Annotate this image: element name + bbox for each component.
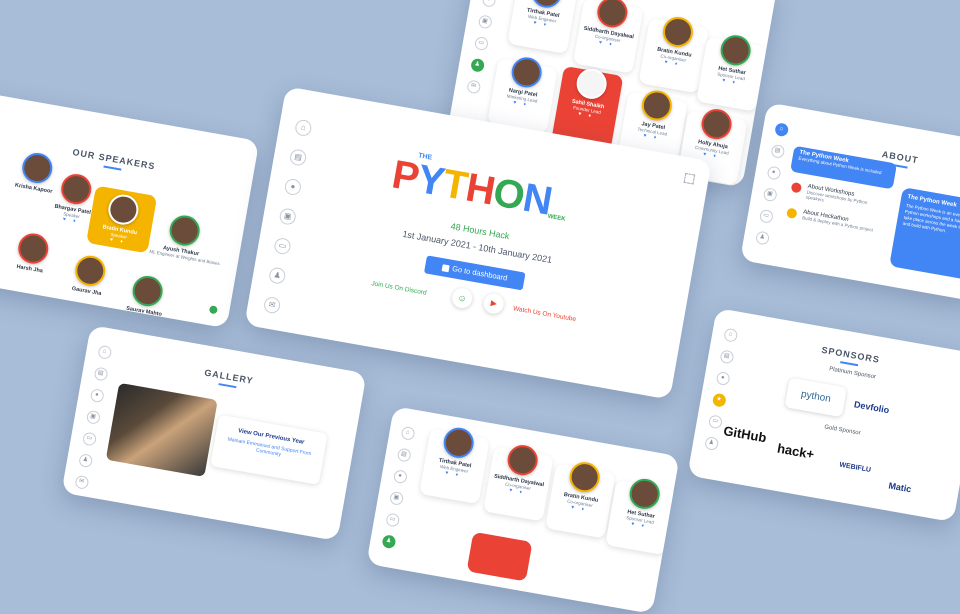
team-member-card: Bratin Kundu Co-organiser ♥ ♦ bbox=[545, 459, 616, 539]
mic-icon[interactable]: ● bbox=[89, 388, 105, 404]
home-icon[interactable]: ⌂ bbox=[400, 425, 416, 441]
team-member-card: Tirthak Patel Web Engineer ♥ ♦ bbox=[419, 425, 490, 505]
gallery-icon[interactable]: ▣ bbox=[762, 187, 778, 203]
speaker-item: Gaurav Jha bbox=[56, 251, 124, 300]
avatar bbox=[167, 213, 203, 248]
gold-label: Gold Sponsor bbox=[823, 424, 862, 437]
gallery-caption: View Our Previous Year Mainam Emmanuel a… bbox=[210, 414, 328, 485]
folder-icon[interactable]: ▭ bbox=[758, 208, 774, 224]
sponsor-icon[interactable]: ★ bbox=[711, 392, 727, 408]
team-icon[interactable]: ♟ bbox=[268, 266, 287, 285]
team-icon[interactable]: ♟ bbox=[703, 435, 719, 451]
gallery-icon[interactable]: ▣ bbox=[85, 409, 101, 425]
youtube-icon[interactable]: ▶ bbox=[482, 292, 506, 316]
calendar-icon[interactable]: ▤ bbox=[288, 148, 308, 167]
team-member-card: Tirthak Patel Web Engineer ♥ ♦ bbox=[507, 0, 578, 54]
sponsor-logo-webiflu[interactable]: WEBIFLU bbox=[839, 462, 872, 474]
team-icon[interactable]: ♟ bbox=[469, 57, 485, 73]
avatar bbox=[441, 425, 477, 461]
folder-icon[interactable]: ▭ bbox=[273, 236, 292, 256]
team-member-card: Het Suthar Sponsor Lead ♥ ♦ bbox=[696, 32, 767, 112]
mail-icon[interactable]: ✉ bbox=[465, 79, 481, 95]
team-member-card: Siddharth Dayalwal Co-organiser ♥ ♦ bbox=[572, 0, 644, 74]
avatar bbox=[509, 54, 545, 90]
speaker-item: Saurav Mahto bbox=[113, 271, 181, 320]
team-card-bottom: ⌂ ▤ ● ▣ ▭ ♟ Tirthak Patel Web Engineer ♥… bbox=[366, 406, 680, 614]
team-member-card: Nargi Patel Marketing Lead ♥ ♦ bbox=[487, 54, 558, 134]
discord-label[interactable]: Join Us On Discord bbox=[371, 280, 427, 297]
mic-icon[interactable]: ● bbox=[766, 165, 782, 181]
avatar bbox=[567, 459, 603, 495]
speakers-card: OUR SPEAKERS Krisha Kapoor Bhargav Patel… bbox=[0, 91, 260, 329]
avatar bbox=[505, 442, 541, 478]
team-icon[interactable]: ♟ bbox=[754, 230, 770, 246]
gallery-card: ⌂ ▤ ● ▣ ▭ ♟ ✉ GALLERY View Our Previous … bbox=[61, 324, 367, 542]
mic-icon[interactable]: ● bbox=[392, 469, 408, 485]
folder-icon[interactable]: ▭ bbox=[384, 512, 400, 528]
gallery-photo[interactable] bbox=[105, 382, 218, 477]
avatar bbox=[130, 273, 165, 309]
folder-icon[interactable]: ▭ bbox=[81, 431, 97, 447]
avatar bbox=[699, 106, 734, 142]
avatar bbox=[15, 231, 51, 266]
go-to-dashboard-button[interactable]: Go to dashboard bbox=[423, 255, 526, 291]
home-icon[interactable]: ⌂ bbox=[96, 344, 112, 360]
team-icon[interactable]: ♟ bbox=[380, 534, 396, 550]
gallery-icon[interactable]: ▣ bbox=[388, 490, 404, 506]
mail-icon[interactable]: ✉ bbox=[262, 295, 282, 315]
sponsor-logo-devfolio[interactable]: Devfolio bbox=[853, 399, 890, 415]
avatar bbox=[627, 476, 663, 512]
mail-icon[interactable]: ✉ bbox=[73, 474, 89, 490]
home-icon[interactable]: ⌂ bbox=[294, 118, 313, 138]
avatar bbox=[660, 14, 696, 50]
folder-icon[interactable]: ▭ bbox=[707, 414, 723, 430]
dashboard-icon bbox=[441, 263, 450, 272]
speaker-item: Harsh Jha bbox=[0, 228, 66, 277]
workshop-icon bbox=[790, 181, 803, 194]
calendar-icon[interactable]: ▤ bbox=[93, 366, 109, 382]
sponsors-card: ⌂ ▤ ● ★ ▭ ♟ SPONSORS Platinum Sponsor py… bbox=[687, 307, 960, 523]
sponsor-logo-hackplus[interactable]: hack+ bbox=[776, 441, 815, 462]
avatar bbox=[594, 0, 630, 30]
calendar-icon[interactable]: ▤ bbox=[718, 349, 734, 365]
about-card: ⌂ ▤ ● ▣ ▭ ♟ ABOUT The Python Week Everyt… bbox=[739, 102, 960, 302]
fullscreen-icon[interactable] bbox=[683, 172, 696, 185]
scroll-top-button[interactable] bbox=[208, 305, 218, 315]
hackathon-icon bbox=[786, 207, 798, 220]
avatar bbox=[574, 66, 610, 102]
discord-icon[interactable]: ☺ bbox=[450, 286, 474, 310]
calendar-icon[interactable]: ▤ bbox=[769, 143, 785, 159]
folder-icon[interactable]: ▭ bbox=[473, 35, 489, 52]
sponsor-logo-github[interactable]: GitHub bbox=[722, 423, 767, 445]
sponsor-logo-python[interactable]: python bbox=[785, 378, 847, 418]
sponsor-logo-matic[interactable]: Matic bbox=[888, 480, 912, 494]
speaker-item-highlighted[interactable]: Bratin Kundu Speaker ♥ ♦ bbox=[86, 185, 158, 254]
avatar bbox=[639, 88, 675, 123]
avatar bbox=[718, 32, 754, 68]
home-icon[interactable]: ⌂ bbox=[722, 327, 738, 343]
side-nav-rail: ⌂ ▤ ● ▣ ▭ ♟ bbox=[753, 122, 790, 246]
avatar bbox=[106, 192, 141, 227]
calendar-icon[interactable]: ▤ bbox=[396, 447, 412, 463]
speaker-item: Ayush Thakur ML Engineer at Weights and … bbox=[149, 210, 220, 266]
logo-week: WEEK bbox=[547, 213, 566, 223]
about-panel: The Python Week The Python Week is an ev… bbox=[889, 187, 960, 282]
side-nav-rail: ⌂ ▤ ● ▣ ▭ ♟ ✉ bbox=[72, 344, 113, 490]
home-icon[interactable]: ⌂ bbox=[773, 122, 789, 138]
gallery-title: GALLERY bbox=[193, 366, 265, 393]
mic-icon[interactable]: ● bbox=[715, 370, 731, 386]
mic-icon[interactable]: ● bbox=[481, 0, 497, 8]
team-icon[interactable]: ♟ bbox=[77, 453, 93, 469]
team-member-card: Siddharth Dayalwal Co-organiser ♥ ♦ bbox=[483, 442, 554, 522]
avatar bbox=[72, 253, 108, 289]
avatar bbox=[58, 171, 94, 207]
speakers-title: OUR SPEAKERS bbox=[68, 146, 159, 176]
side-nav-rail: ⌂ ▤ ● ▣ ▭ ♟ bbox=[379, 425, 416, 550]
youtube-label[interactable]: Watch Us On Youtube bbox=[513, 305, 577, 323]
gallery-icon[interactable]: ▣ bbox=[477, 14, 493, 30]
highlight-card-partial bbox=[466, 531, 533, 582]
team-member-card: Het Suthar Sponsor Lead ♥ ♦ bbox=[605, 476, 676, 556]
